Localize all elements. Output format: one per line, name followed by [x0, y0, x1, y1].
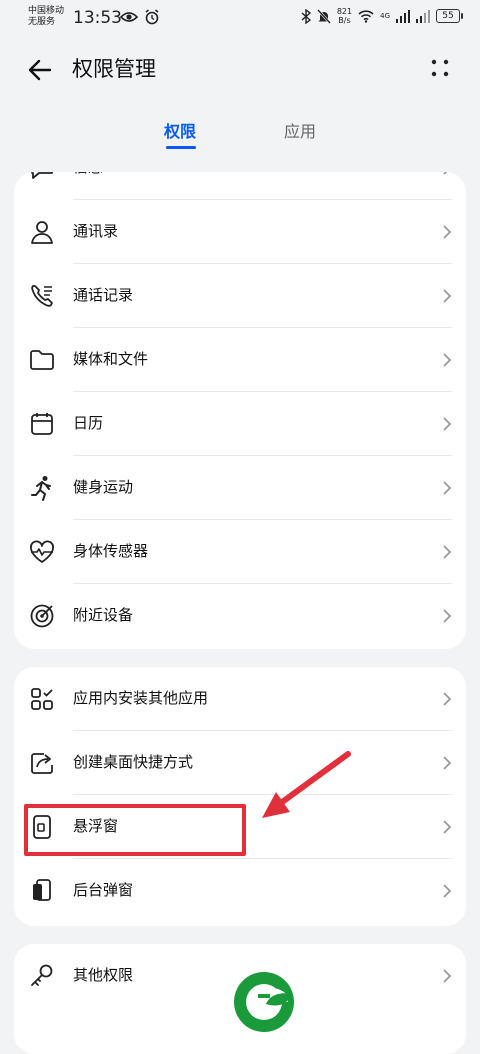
- tab-apps[interactable]: 应用: [284, 121, 316, 143]
- pointer-arrow-icon: [262, 751, 351, 818]
- status-right-icons: 821 B/s 4G 55: [301, 7, 463, 25]
- permission-item-install-apps[interactable]: 应用内安装其他应用: [14, 667, 466, 731]
- chevron-right-icon: [443, 884, 452, 898]
- chevron-right-icon: [443, 353, 452, 367]
- mute-bell-icon: [316, 8, 331, 24]
- permission-label: 通话记录: [73, 286, 134, 304]
- permission-item-desktop-shortcut[interactable]: 创建桌面快捷方式: [14, 731, 466, 795]
- wifi-icon: [358, 9, 374, 23]
- background-popup-icon: [33, 879, 51, 901]
- permission-item-messages[interactable]: 信息: [14, 172, 466, 200]
- page-title: 权限管理: [72, 57, 156, 81]
- permission-label: 媒体和文件: [73, 350, 149, 368]
- signal-icon: [396, 9, 410, 23]
- chevron-right-icon: [443, 609, 452, 623]
- network-speed: 821 B/s: [337, 7, 352, 25]
- permission-item-fitness[interactable]: 健身运动: [14, 456, 466, 520]
- shortcut-icon: [31, 753, 53, 774]
- permission-label: 通讯录: [73, 222, 119, 240]
- apps-grid-icon: [31, 688, 53, 710]
- permission-item-contacts[interactable]: 通讯录: [14, 200, 466, 264]
- signal-2-icon: [416, 9, 430, 23]
- chevron-right-icon: [443, 481, 452, 495]
- permission-label: 日历: [73, 414, 104, 432]
- permission-label: 附近设备: [73, 606, 134, 624]
- back-arrow-icon[interactable]: [24, 54, 56, 86]
- carrier-info: 中国移动 无服务: [28, 6, 64, 28]
- contacts-icon: [31, 221, 53, 244]
- permission-label: 身体传感器: [73, 542, 149, 560]
- chevron-right-icon: [443, 172, 448, 175]
- heart-pulse-icon: [30, 540, 54, 563]
- nearby-device-icon: [30, 604, 54, 628]
- permission-group-1: 信息 通讯录 通话记录 媒体和文件 日历 健身运动 身体传感器: [14, 172, 466, 649]
- carrier-name: 中国移动: [28, 6, 65, 16]
- chevron-right-icon: [443, 692, 452, 706]
- leaf-logo-icon: [228, 964, 300, 1040]
- permission-label: 其他权限: [73, 966, 134, 984]
- calendar-icon: [31, 413, 53, 435]
- chevron-right-icon: [443, 969, 452, 983]
- carrier-status: 无服务: [28, 17, 56, 27]
- permission-label: 应用内安装其他应用: [73, 689, 209, 707]
- permission-item-call-log[interactable]: 通话记录: [14, 264, 466, 328]
- more-options-icon[interactable]: [428, 56, 452, 80]
- call-log-icon: [31, 285, 53, 307]
- alarm-icon: [145, 9, 159, 25]
- message-icon: [31, 172, 53, 179]
- battery-indicator: 55: [436, 9, 463, 23]
- status-left-icons: [120, 9, 160, 25]
- chevron-right-icon: [443, 820, 452, 834]
- permission-label: 信息: [73, 172, 103, 178]
- permission-item-calendar[interactable]: 日历: [14, 392, 466, 456]
- clock: 13:53: [73, 8, 122, 28]
- permission-group-2: 应用内安装其他应用 创建桌面快捷方式 悬浮窗 后台弹窗: [14, 667, 466, 926]
- chevron-right-icon: [443, 545, 452, 559]
- chevron-right-icon: [443, 417, 452, 431]
- key-icon: [31, 964, 53, 986]
- chevron-right-icon: [443, 289, 452, 303]
- chevron-right-icon: [443, 225, 452, 239]
- speed-value: 821: [336, 7, 353, 16]
- eye-icon: [120, 12, 138, 22]
- running-icon: [31, 476, 51, 501]
- permission-item-nearby-devices[interactable]: 附近设备: [14, 584, 466, 648]
- network-type: 4G: [380, 12, 390, 20]
- permission-item-media-files[interactable]: 媒体和文件: [14, 328, 466, 392]
- permission-label: 创建桌面快捷方式: [73, 753, 194, 771]
- permission-item-background-popup[interactable]: 后台弹窗: [14, 859, 466, 923]
- permission-label: 健身运动: [73, 478, 134, 496]
- tab-permissions[interactable]: 权限: [164, 121, 196, 143]
- permission-item-body-sensors[interactable]: 身体传感器: [14, 520, 466, 584]
- highlight-box: [24, 804, 246, 856]
- permission-label: 后台弹窗: [73, 881, 134, 899]
- folder-icon: [30, 350, 54, 370]
- active-tab-indicator: [166, 146, 196, 149]
- bluetooth-icon: [301, 8, 311, 24]
- speed-unit: B/s: [338, 16, 351, 25]
- status-bar: 中国移动 无服务 13:53 821 B/s 4G 55: [0, 0, 480, 36]
- chevron-right-icon: [443, 756, 452, 770]
